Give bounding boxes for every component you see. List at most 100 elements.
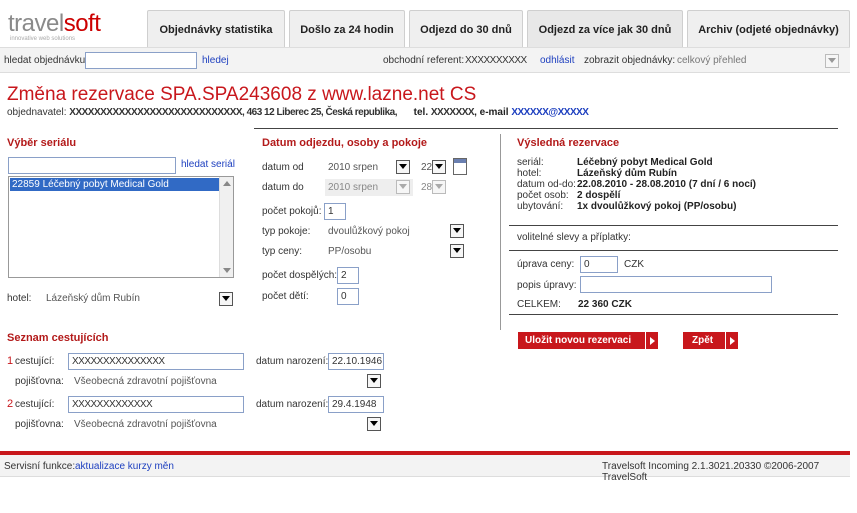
price-type-label: typ ceny: (262, 246, 303, 257)
chevron-down-icon (435, 164, 443, 169)
travelsoft-logo: travelsoft innovative web solutions (8, 10, 101, 42)
date-from-day: 22 (421, 162, 433, 173)
service-label: Servisní funkce: (4, 461, 76, 472)
result-divider (509, 314, 838, 315)
scroll-up-icon[interactable] (223, 181, 231, 186)
traveller-name-input[interactable]: XXXXXXXXXXXXX (68, 396, 244, 413)
view-orders-value: celkový přehled (677, 55, 747, 66)
calendar-icon[interactable] (453, 158, 467, 175)
result-row: počet osob: 2 dospělí (517, 191, 837, 201)
adults-input[interactable]: 2 (337, 267, 359, 284)
tab-departure-30[interactable]: Odjezd do 30 dnů (409, 10, 523, 48)
serial-search-input[interactable] (8, 157, 176, 174)
result-row-label: hotel: (517, 168, 542, 179)
traveller-name-input[interactable]: XXXXXXXXXXXXXXX (68, 353, 244, 370)
children-label: počet dětí: (262, 291, 309, 302)
dob-input[interactable]: 29.4.1948 (328, 396, 384, 413)
tab-label: Odjezd za více jak 30 dnů (538, 23, 672, 36)
insurance-dropdown[interactable] (367, 374, 381, 388)
chevron-down-icon (453, 248, 461, 253)
customer-value: XXXXXXXXXXXXXXXXXXXXXXXXXXXX, 463 12 Lib… (69, 107, 397, 118)
result-row-value: 2 dospělí (577, 190, 621, 201)
date-to-day: 28 (421, 182, 433, 193)
save-button-label: Uložit novou rezervaci (525, 335, 632, 346)
result-row: ubytování: 1x dvoulůžkový pokoj (PP/osobu… (517, 202, 837, 212)
tel-value: XXXXXXX (430, 107, 475, 118)
traveller-index: 2 (7, 398, 14, 410)
insurance-value: Všeobecná zdravotní pojišťovna (74, 419, 217, 430)
view-orders-label: zobrazit objednávky: (584, 55, 676, 66)
chevron-down-icon (370, 421, 378, 426)
tab-label: Došlo za 24 hodin (300, 23, 394, 36)
tab-archive[interactable]: Archiv (odjeté objednávky) (687, 10, 850, 48)
discounts-label: volitelné slevy a příplatky: (517, 232, 631, 243)
heading-divider (254, 128, 838, 129)
arrow-right-icon (645, 332, 658, 349)
chevron-down-icon (222, 296, 230, 301)
update-rates-link[interactable]: aktualizace kurzy měn (75, 461, 174, 472)
logo-text-a: travel (8, 10, 64, 37)
tab-label: Archiv (odjeté objednávky) (698, 23, 839, 36)
tel-label: tel. (413, 107, 429, 118)
children-input[interactable]: 0 (337, 288, 359, 305)
result-divider (509, 250, 838, 251)
date-from-day-dropdown[interactable] (432, 160, 446, 174)
date-from-label: datum od (262, 162, 304, 173)
dob-input[interactable]: 22.10.1946 (328, 353, 384, 370)
room-type-dropdown[interactable] (450, 224, 464, 238)
date-from-month: 2010 srpen (328, 162, 379, 173)
tab-last-24h[interactable]: Došlo za 24 hodin (289, 10, 405, 48)
insurance-label: pojišťovna: (15, 376, 64, 387)
traveller-label: cestující: (15, 356, 55, 367)
currency-label: CZK (624, 259, 644, 270)
date-to-month: 2010 srpen (328, 182, 379, 193)
customer-label: objednavatel: (7, 107, 67, 118)
save-reservation-button[interactable]: Uložit novou rezervaci (518, 332, 658, 349)
dob-label: datum narození: (256, 356, 329, 367)
chevron-down-icon (453, 228, 461, 233)
serial-listbox[interactable]: 22859 Léčebný pobyt Medical Gold (8, 176, 234, 278)
customer-line: objednavatel: XXXXXXXXXXXXXXXXXXXXXXXXXX… (7, 107, 589, 118)
section-divider (500, 134, 501, 330)
rooms-label: počet pokojů: (262, 206, 322, 217)
version-text: Travelsoft Incoming 2.1.3021.20330 ©2006… (602, 461, 820, 483)
serial-list-item[interactable]: 22859 Léčebný pobyt Medical Gold (10, 178, 220, 191)
result-section-title: Výsledná rezervace (517, 137, 620, 149)
serial-list-scrollbar[interactable] (219, 177, 233, 277)
hotel-dropdown[interactable] (219, 292, 233, 306)
serial-section-title: Výběr seriálu (7, 137, 77, 149)
search-order-link[interactable]: hledej (202, 55, 229, 66)
travellers-section-title: Seznam cestujících (7, 332, 109, 344)
result-row-label: datum od-do: (517, 179, 576, 190)
result-row-value: Léčebný pobyt Medical Gold (577, 157, 713, 168)
date-to-day-dropdown (432, 180, 446, 194)
date-to-month-dropdown (396, 180, 410, 194)
traveller-index: 1 (7, 355, 14, 367)
tab-label: Odjezd do 30 dnů (420, 23, 512, 36)
tab-label: Objednávky statistika (159, 23, 273, 36)
order-search-input[interactable] (85, 52, 197, 69)
price-adjust-label: úprava ceny: (517, 259, 575, 270)
price-type-dropdown[interactable] (450, 244, 464, 258)
result-row-value: 1x dvoulůžkový pokoj (PP/osobu) (577, 201, 737, 212)
page-title: Změna rezervace SPA.SPA243608 z www.lazn… (7, 84, 477, 105)
logout-link[interactable]: odhlásit (540, 55, 574, 66)
chevron-down-icon (435, 184, 443, 189)
result-row-label: počet osob: (517, 190, 569, 201)
insurance-dropdown[interactable] (367, 417, 381, 431)
rooms-input[interactable]: 1 (324, 203, 346, 220)
scroll-down-icon[interactable] (223, 268, 231, 273)
chevron-down-icon (370, 378, 378, 383)
insurance-label: pojišťovna: (15, 419, 64, 430)
referent-value: XXXXXXXXXX (465, 55, 527, 66)
adjust-desc-input[interactable] (580, 276, 772, 293)
price-adjust-input[interactable]: 0 (580, 256, 618, 273)
insurance-value: Všeobecná zdravotní pojišťovna (74, 376, 217, 387)
tab-statistics[interactable]: Objednávky statistika (147, 10, 285, 48)
result-summary: seriál: Léčebný pobyt Medical Gold hotel:… (517, 158, 837, 212)
date-from-month-dropdown[interactable] (396, 160, 410, 174)
back-button[interactable]: Zpět (683, 332, 738, 349)
view-orders-dropdown[interactable] (825, 54, 839, 68)
tab-departure-over-30[interactable]: Odjezd za více jak 30 dnů (527, 10, 683, 48)
serial-search-link[interactable]: hledat seriál (181, 159, 235, 170)
